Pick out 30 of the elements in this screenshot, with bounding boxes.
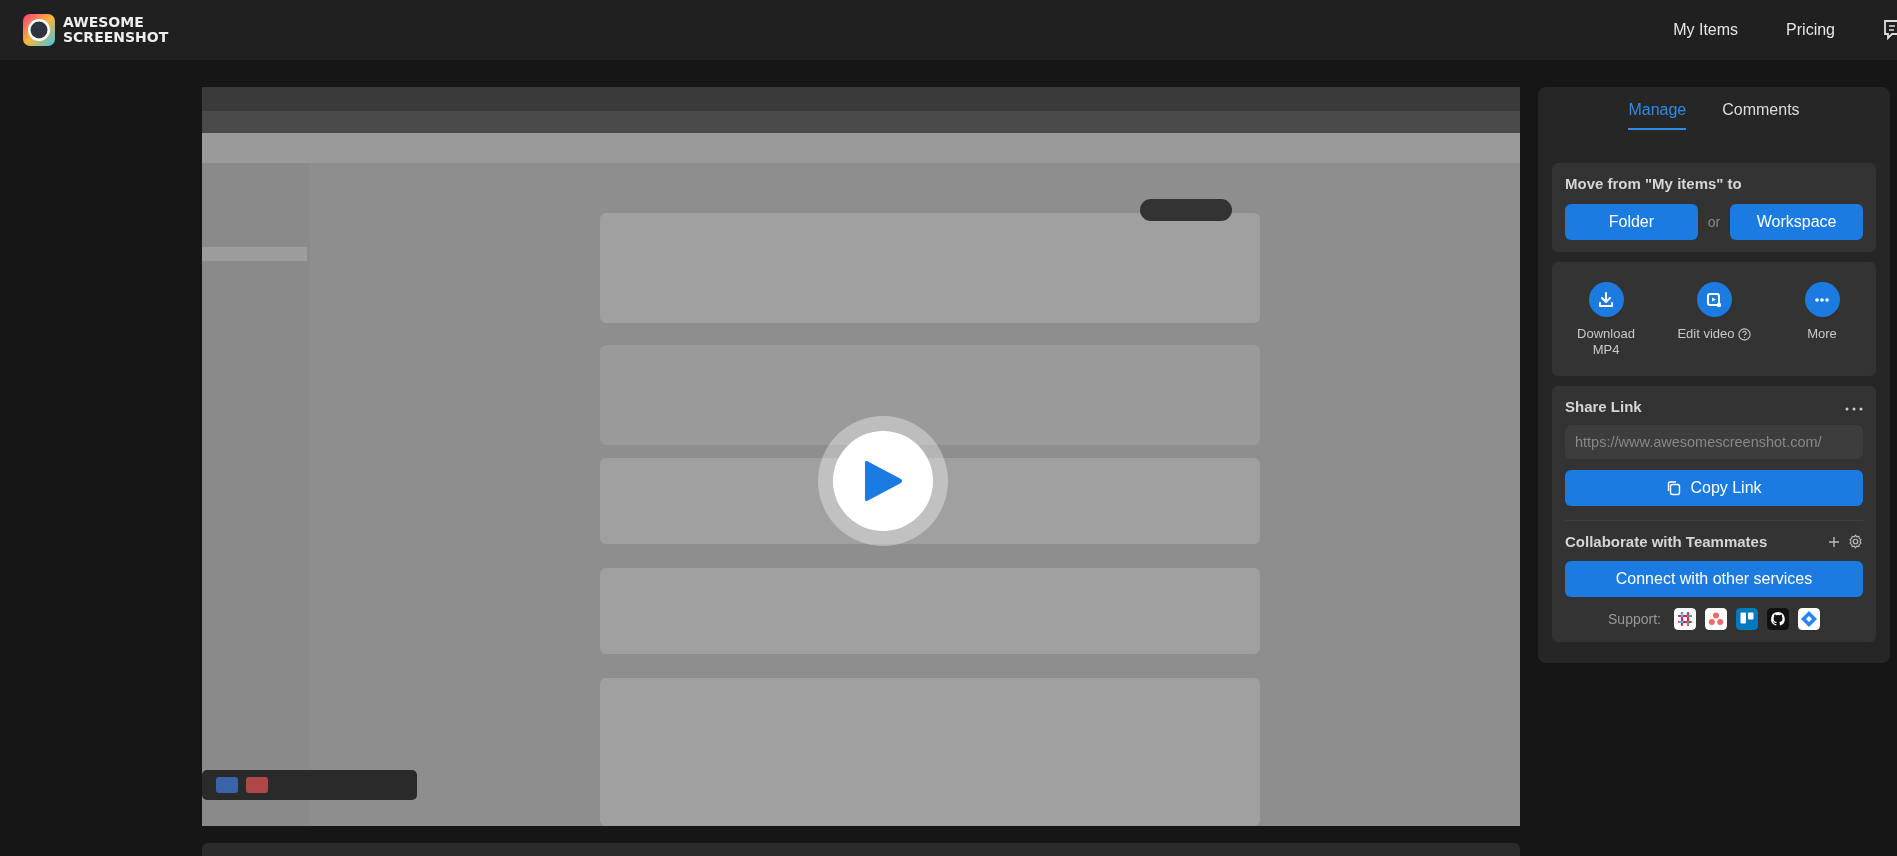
- nav-link[interactable]: My Items: [1673, 21, 1739, 39]
- card-title: Collaborate with Teammates: [1565, 533, 1769, 550]
- more-icon: [1804, 282, 1840, 317]
- cat-icon[interactable]: [1766, 608, 1789, 630]
- support-label: Support:: [1608, 611, 1661, 627]
- action-button[interactable]: Download MP4: [1561, 282, 1651, 358]
- copy-icon: [1666, 480, 1683, 496]
- separator-text: or: [1707, 214, 1721, 230]
- tab[interactable]: Manage: [1628, 101, 1687, 130]
- diamond-icon[interactable]: [1797, 608, 1820, 630]
- card-title: Move from "My items" to: [1565, 175, 1743, 192]
- logo-text: AWESOME SCREENSHOT: [63, 15, 169, 45]
- copy-link-button[interactable]: Copy Link: [1565, 470, 1863, 506]
- workspace-button[interactable]: Workspace: [1730, 204, 1863, 240]
- connect-services-button[interactable]: Connect with other services: [1565, 561, 1863, 597]
- action-button[interactable]: Edit video: [1669, 282, 1759, 358]
- dots-icon[interactable]: [1704, 608, 1727, 630]
- logo-icon: [23, 14, 55, 46]
- video-icon: [1696, 282, 1732, 317]
- settings-icon[interactable]: [1848, 534, 1863, 549]
- action-button[interactable]: More: [1777, 282, 1867, 358]
- card-title: Share Link: [1565, 398, 1642, 415]
- folder-button[interactable]: Folder: [1565, 204, 1698, 240]
- download-icon: [1588, 282, 1624, 317]
- help-icon[interactable]: [1737, 327, 1751, 341]
- board-icon[interactable]: [1735, 608, 1758, 630]
- add-icon[interactable]: [1828, 535, 1840, 548]
- nav-link[interactable]: Pricing: [1786, 21, 1835, 39]
- tab[interactable]: Comments: [1722, 101, 1800, 130]
- hash-icon[interactable]: [1673, 608, 1696, 630]
